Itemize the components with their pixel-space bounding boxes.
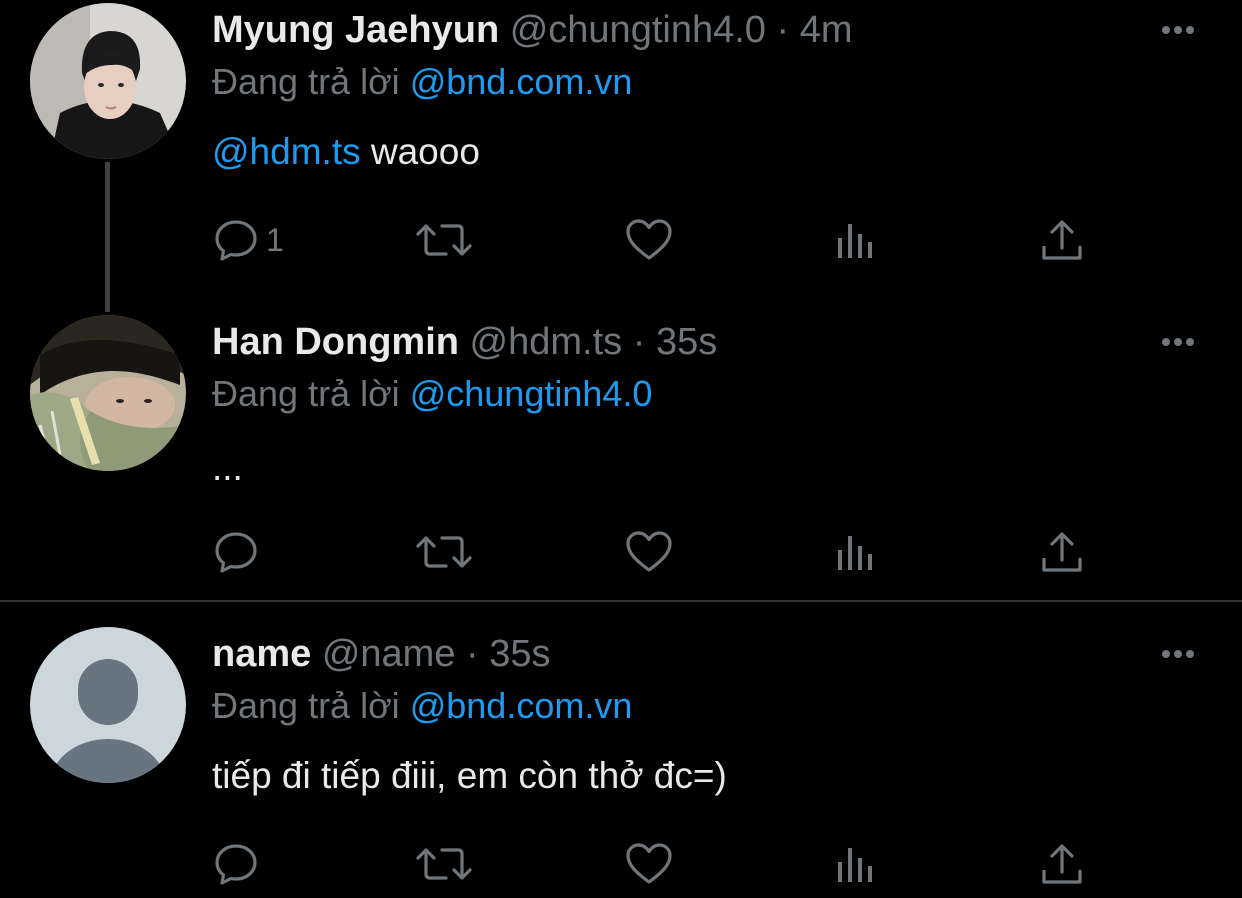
more-dots-icon[interactable] — [1158, 644, 1198, 664]
more-dots-icon[interactable] — [1158, 20, 1198, 40]
default-avatar-placeholder — [30, 627, 186, 783]
display-name[interactable]: name — [212, 633, 311, 675]
avatar-photo — [30, 3, 186, 159]
display-name[interactable]: Myung Jaehyun — [212, 9, 499, 51]
share-button[interactable] — [1040, 216, 1084, 264]
replying-to-label: Đang trả lời — [212, 685, 400, 726]
replying-to-link[interactable]: @bnd.com.vn — [410, 61, 633, 102]
replying-to: Đang trả lời @bnd.com.vn — [212, 60, 632, 104]
avatar-photo — [30, 315, 186, 471]
retweet-icon — [416, 536, 472, 568]
share-icon — [1042, 532, 1082, 572]
handle[interactable]: @hdm.ts — [470, 321, 623, 363]
heart-icon — [626, 219, 672, 260]
like-button[interactable] — [624, 528, 674, 576]
action-bar — [212, 528, 1092, 576]
avatar[interactable] — [30, 315, 186, 471]
views-chart-icon — [838, 536, 872, 570]
tweet-body-text: waooo — [360, 131, 480, 172]
timestamp[interactable]: 35s — [489, 633, 550, 675]
replying-to-link[interactable]: @bnd.com.vn — [410, 685, 633, 726]
timestamp[interactable]: 4m — [800, 9, 853, 51]
tweet-body-text: tiếp đi tiếp điii, em còn thở đc=) — [212, 755, 727, 796]
share-button[interactable] — [1040, 840, 1084, 888]
share-button[interactable] — [1040, 528, 1084, 576]
replying-to-label: Đang trả lời — [212, 61, 400, 102]
views-chart-icon — [838, 848, 872, 882]
reply-button[interactable] — [212, 840, 260, 888]
tweet-header: Myung Jaehyun @chungtinh4.0 · 4m — [212, 8, 853, 52]
like-button[interactable] — [624, 840, 674, 888]
tweet-text: tiếp đi tiếp điii, em còn thở đc=) — [212, 754, 727, 798]
reply-button[interactable]: 1 — [212, 216, 284, 264]
tweet-text: ... — [212, 446, 243, 490]
tweet-header: name @name · 35s — [212, 632, 551, 676]
views-button[interactable] — [834, 528, 878, 576]
reply-button[interactable] — [212, 528, 260, 576]
retweet-button[interactable] — [414, 528, 474, 576]
more-dots-icon[interactable] — [1158, 332, 1198, 352]
action-bar: 1 — [212, 216, 1092, 264]
replying-to-label: Đang trả lời — [212, 373, 400, 414]
reply-bubble-icon — [215, 532, 257, 573]
reply-bubble-icon — [215, 844, 257, 885]
separator-dot: · — [632, 321, 646, 363]
reply-bubble-icon — [215, 220, 257, 261]
display-name[interactable]: Han Dongmin — [212, 321, 459, 363]
reply-count: 1 — [266, 221, 284, 258]
handle[interactable]: @chungtinh4.0 — [510, 9, 766, 51]
retweet-icon — [416, 848, 472, 880]
handle[interactable]: @name — [322, 633, 456, 675]
like-button[interactable] — [624, 216, 674, 264]
heart-icon — [626, 843, 672, 884]
replying-to: Đang trả lời @chungtinh4.0 — [212, 372, 652, 416]
separator-dot: · — [776, 9, 790, 51]
heart-icon — [626, 531, 672, 572]
replying-to-link[interactable]: @chungtinh4.0 — [410, 373, 653, 414]
action-bar — [212, 840, 1092, 888]
tweet-body-text: ... — [212, 447, 243, 488]
share-icon — [1042, 220, 1082, 260]
replying-to: Đang trả lời @bnd.com.vn — [212, 684, 632, 728]
tweet-divider — [0, 600, 1242, 602]
tweet-header: Han Dongmin @hdm.ts · 35s — [212, 320, 717, 364]
timestamp[interactable]: 35s — [656, 321, 717, 363]
avatar[interactable] — [30, 3, 186, 159]
views-button[interactable] — [834, 840, 878, 888]
tweet-text: @hdm.ts waooo — [212, 130, 480, 174]
avatar[interactable] — [30, 627, 186, 783]
separator-dot: · — [466, 633, 479, 675]
views-chart-icon — [838, 224, 872, 258]
mention-link[interactable]: @hdm.ts — [212, 131, 361, 172]
share-icon — [1042, 844, 1082, 884]
thread-connector-line — [105, 162, 110, 312]
retweet-icon — [416, 224, 472, 256]
retweet-button[interactable] — [414, 840, 474, 888]
views-button[interactable] — [834, 216, 878, 264]
retweet-button[interactable] — [414, 216, 474, 264]
